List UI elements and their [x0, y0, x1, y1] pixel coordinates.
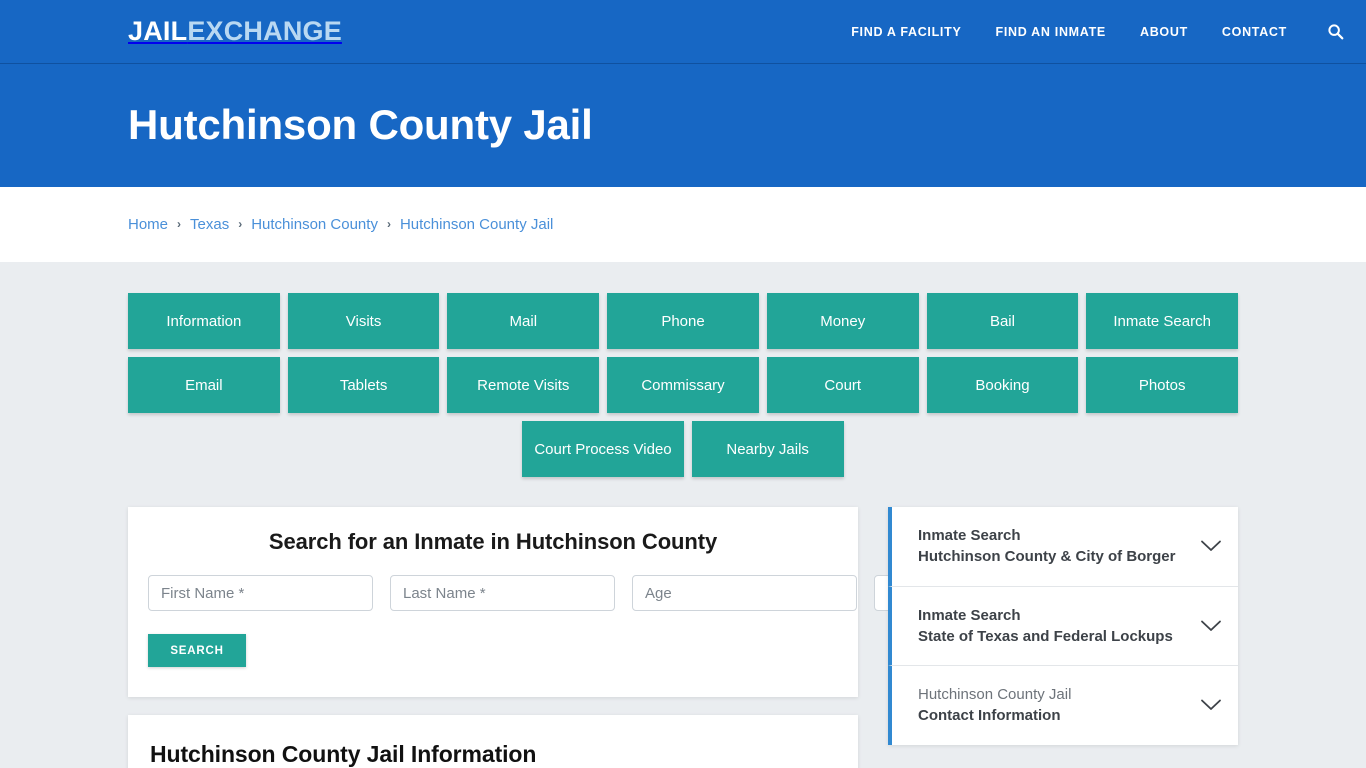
tab-email[interactable]: Email — [128, 357, 280, 413]
facility-section-tabs: Information Visits Mail Phone Money Bail… — [128, 293, 1239, 477]
tab-commissary[interactable]: Commissary — [607, 357, 759, 413]
jail-information-heading: Hutchinson County Jail Information — [150, 741, 537, 767]
breadcrumb-item-hutchinson-county-jail[interactable]: Hutchinson County Jail — [400, 216, 553, 233]
accordion-item-line2: State of Texas and Federal Lockups — [918, 627, 1173, 645]
tab-tablets[interactable]: Tablets — [287, 357, 440, 413]
nav-item-find-an-inmate[interactable]: FIND AN INMATE — [995, 25, 1105, 39]
nav-item-contact[interactable]: CONTACT — [1222, 25, 1287, 39]
chevron-right-icon: › — [386, 216, 391, 231]
chevron-down-icon-glyph — [1201, 540, 1221, 552]
first-name-input[interactable] — [148, 575, 373, 611]
age-input[interactable] — [632, 575, 857, 611]
chevron-down-icon[interactable] — [1200, 619, 1222, 633]
sidebar-accordion: Inmate Search Hutchinson County & City o… — [888, 507, 1238, 745]
breadcrumb-item-hutchinson-county[interactable]: Hutchinson County — [251, 216, 378, 233]
tab-row-2: Email Tablets Remote Visits Commissary C… — [128, 357, 1239, 413]
accordion-item-contact-information[interactable]: Hutchinson County Jail Contact Informati… — [888, 666, 1238, 745]
inmate-search-card: Search for an Inmate in Hutchinson Count… — [128, 507, 1036, 697]
accordion-item-line1: Inmate Search — [918, 527, 1021, 544]
accordion-item-line2: Contact Information — [918, 707, 1061, 725]
chevron-down-icon-glyph — [1201, 700, 1221, 711]
left-column: Search for an Inmate in Hutchinson Count… — [128, 507, 1036, 768]
right-column: Inmate Search Hutchinson County & City o… — [888, 507, 1238, 745]
main-navigation: FIND A FACILITY FIND AN INMATE ABOUT CON… — [851, 23, 1344, 40]
accordion-item-line1: Hutchinson County Jail — [918, 686, 1072, 704]
breadcrumb-item-home[interactable]: Home — [128, 216, 168, 233]
tab-information[interactable]: Information — [128, 293, 280, 349]
chevron-right-icon: › — [238, 216, 243, 231]
chevron-down-icon[interactable] — [1200, 539, 1222, 553]
tab-court-process-video[interactable]: Court Process Video — [522, 421, 684, 477]
tab-phone[interactable]: Phone — [607, 293, 759, 349]
chevron-right-icon: › — [177, 216, 182, 231]
tab-money[interactable]: Money — [766, 293, 919, 349]
main-content: Information Visits Mail Phone Money Bail… — [0, 262, 1366, 768]
logo-text-primary: JAIL — [128, 16, 188, 46]
tab-nearby-jails[interactable]: Nearby Jails — [691, 421, 844, 477]
chevron-down-icon-glyph — [1201, 620, 1221, 631]
nav-item-find-a-facility[interactable]: FIND A FACILITY — [851, 25, 961, 39]
tab-booking[interactable]: Booking — [926, 357, 1079, 413]
page-title-band: Hutchinson County Jail — [0, 64, 1366, 187]
page-title: Hutchinson County Jail — [128, 101, 593, 149]
site-logo[interactable]: JAILEXCHANGE — [128, 18, 342, 45]
chevron-down-icon[interactable] — [1200, 698, 1222, 712]
accordion-item-line1: Inmate Search — [918, 606, 1021, 624]
tab-bail[interactable]: Bail — [926, 293, 1079, 349]
tab-visits[interactable]: Visits — [287, 293, 440, 349]
inmate-search-fields: Race — [148, 575, 1036, 611]
accordion-item-inmate-search-state[interactable]: Inmate Search State of Texas and Federal… — [888, 586, 1238, 667]
search-icon[interactable] — [1327, 23, 1344, 40]
breadcrumb-bar: Home › Texas › Hutchinson County › Hutch… — [0, 187, 1366, 262]
tab-row-1: Information Visits Mail Phone Money Bail… — [128, 293, 1239, 349]
tab-mail[interactable]: Mail — [447, 293, 600, 349]
search-submit-button[interactable]: SEARCH — [148, 634, 246, 667]
breadcrumb-item-texas[interactable]: Texas — [190, 216, 229, 233]
content-columns: Search for an Inmate in Hutchinson Count… — [128, 507, 1238, 768]
nav-item-about[interactable]: ABOUT — [1140, 25, 1188, 39]
tab-row-3: Court Process Video Nearby Jails — [128, 421, 1238, 477]
breadcrumb: Home › Texas › Hutchinson County › Hutch… — [128, 216, 553, 233]
accordion-item-inmate-search-county[interactable]: Inmate Search Hutchinson County & City o… — [888, 507, 1238, 587]
accordion-item-text: Hutchinson County Jail Contact Informati… — [918, 684, 1188, 727]
search-icon-glyph — [1328, 24, 1344, 40]
logo-text-secondary: EXCHANGE — [187, 16, 342, 46]
accordion-item-text: Inmate Search State of Texas and Federal… — [918, 605, 1188, 648]
tab-photos[interactable]: Photos — [1086, 357, 1239, 413]
jail-information-section: Hutchinson County Jail Information — [128, 715, 858, 768]
tab-court[interactable]: Court — [766, 357, 919, 413]
inmate-search-title: Search for an Inmate in Hutchinson Count… — [268, 529, 718, 554]
tab-inmate-search[interactable]: Inmate Search — [1086, 293, 1239, 349]
tab-remote-visits[interactable]: Remote Visits — [447, 357, 600, 413]
accordion-item-text: Inmate Search Hutchinson County & City o… — [918, 525, 1188, 568]
last-name-input[interactable] — [390, 575, 615, 611]
top-navbar: JAILEXCHANGE FIND A FACILITY FIND AN INM… — [0, 0, 1366, 64]
accordion-item-line2: Hutchinson County & City of Borger — [918, 548, 1176, 566]
